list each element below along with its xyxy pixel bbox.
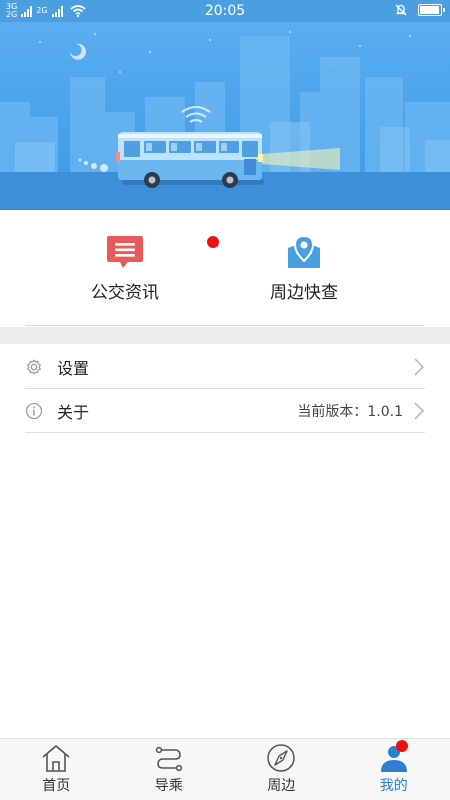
app-version: 当前版本：1.0.1	[297, 404, 403, 420]
map-pin-icon	[288, 234, 320, 268]
tab-mine-label: 我的	[379, 778, 408, 794]
divider	[25, 432, 425, 433]
tab-nearby-label: 周边	[267, 778, 296, 794]
status-time: 20:05	[204, 3, 246, 19]
city-bus-illustration	[0, 31, 450, 210]
notification-badge	[207, 236, 219, 248]
battery-icon	[418, 4, 445, 16]
section-separator	[0, 327, 450, 344]
news-list-icon	[107, 236, 143, 268]
tab-guide-label: 导乘	[154, 778, 183, 794]
chevron-right-icon	[414, 402, 425, 420]
tab-home[interactable]: 首页	[0, 739, 113, 800]
tab-nearby[interactable]: 周边	[225, 739, 338, 800]
chevron-right-icon	[414, 358, 425, 376]
tab-home-label: 首页	[42, 778, 71, 794]
bus-news-label: 公交资讯	[91, 283, 159, 303]
bottom-navigation: 首页 导乘 周边 我的	[0, 738, 450, 800]
banner-illustration	[0, 22, 450, 210]
tab-mine[interactable]: 我的	[338, 739, 450, 800]
mute-bell-icon	[395, 4, 407, 16]
bus-news-button[interactable]: 公交资讯	[55, 234, 195, 303]
route-icon	[155, 746, 182, 772]
nearby-search-label: 周边快查	[270, 283, 338, 303]
status-bar: 3G 2G 2G 20:05	[0, 0, 450, 22]
about-label: 关于	[57, 403, 90, 422]
home-icon	[42, 745, 70, 772]
info-icon	[25, 402, 43, 420]
compass-icon	[267, 744, 295, 772]
nearby-search-button[interactable]: 周边快查	[234, 234, 374, 303]
notification-badge	[395, 740, 408, 752]
settings-label: 设置	[57, 359, 90, 378]
quick-actions: 公交资讯 周边快查	[0, 210, 450, 326]
divider	[25, 325, 425, 326]
about-row[interactable]: 关于 当前版本：1.0.1	[25, 389, 425, 433]
gear-icon	[27, 359, 41, 375]
tab-guide[interactable]: 导乘	[113, 739, 226, 800]
settings-row[interactable]: 设置	[25, 345, 425, 389]
